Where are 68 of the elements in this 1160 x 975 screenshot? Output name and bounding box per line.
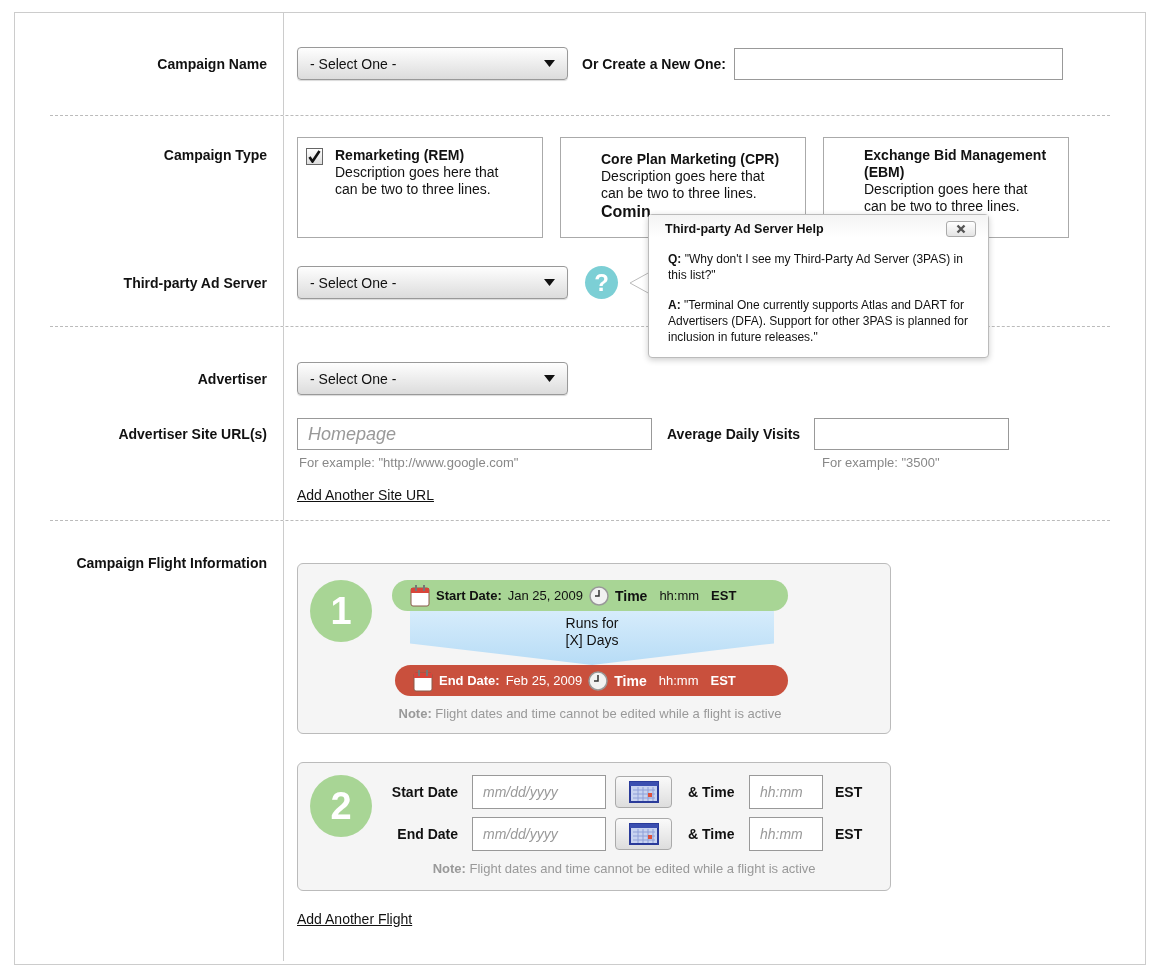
field-label: End Date [396, 826, 458, 842]
calendar-icon [413, 669, 433, 692]
date-label: End Date: [439, 673, 500, 688]
clock-icon [588, 670, 609, 691]
step-number: 2 [310, 775, 372, 837]
field-label: Advertiser Site URL(s) [118, 426, 267, 442]
date-label: Start Date: [436, 588, 502, 603]
time-label: Time [614, 587, 648, 604]
date-field[interactable]: mm/dd/yyyy [472, 817, 606, 851]
date-field[interactable]: mm/dd/yyyy [472, 775, 606, 809]
note-text: Note: Flight dates and time cannot be edited while a flight is active [397, 706, 783, 721]
caret-icon [544, 60, 555, 67]
input-field[interactable] [733, 47, 1063, 80]
timezone: EST [835, 826, 863, 842]
field-label: Campaign Flight Information [76, 555, 267, 571]
calendar-icon [628, 823, 659, 845]
clock-icon [588, 585, 609, 606]
timezone: EST [711, 588, 737, 603]
field-label: Average Daily Visits [667, 426, 801, 442]
note-text: Note: Flight dates and time cannot be edited while a flight is active [431, 861, 817, 876]
url-field[interactable]: Homepage [297, 418, 652, 450]
date-value: Jan 25, 2009 [507, 588, 583, 603]
field-label: & Time [688, 784, 736, 800]
field-label: Advertiser [197, 370, 267, 387]
field-label: Campaign Name [157, 55, 267, 72]
time-label: Time [614, 672, 647, 689]
calendar-button[interactable] [615, 776, 672, 808]
option-title: Exchange Bid Management (EBM) [864, 147, 1048, 181]
time-value: hh:mm [659, 588, 700, 603]
time-value: hh:mm [658, 673, 699, 688]
close-button[interactable] [946, 221, 976, 237]
hint-text: For example: "3500" [822, 455, 940, 470]
add-link[interactable]: Add Another Flight [297, 911, 413, 927]
help-question: Q: "Why don't I see my Third-Party Ad Server (3PAS) in this list?" [668, 251, 964, 283]
caret-icon [544, 279, 555, 286]
timezone: EST [835, 784, 863, 800]
field-label: & Time [688, 826, 736, 842]
checkbox[interactable] [306, 148, 323, 165]
select-dropdown[interactable]: - Select One - [297, 266, 568, 299]
option-description: Description goes here that can be two to three lines. [335, 164, 500, 198]
close-icon [956, 224, 966, 234]
date-value: Feb 25, 2009 [505, 673, 583, 688]
calendar-button[interactable] [615, 818, 672, 850]
add-link[interactable]: Add Another Site URL [297, 487, 434, 503]
duration-text: Runs for [X] Days [564, 615, 620, 650]
step-number: 1 [310, 580, 372, 642]
option-card[interactable]: Remarketing (REM) Description goes here that can be two to three lines. [297, 137, 543, 238]
option-description: Description goes here that can be two to three lines. [601, 168, 766, 202]
field-label: Start Date [390, 784, 458, 800]
checkmark-icon [308, 150, 321, 163]
option-note: Comin [601, 202, 652, 222]
field-label: Campaign Type [163, 147, 267, 163]
option-title: Remarketing (REM) [335, 147, 466, 164]
field-label: Third-party Ad Server [123, 274, 267, 291]
calendar-icon [410, 584, 430, 607]
option-description: Description goes here that can be two to three lines. [864, 181, 1029, 215]
help-answer: A: "Terminal One currently supports Atlas and DART for Advertisers (DFA). Support for other 3PAS is planned for inclusion in future releases." [668, 297, 969, 345]
time-field[interactable]: hh:mm [749, 775, 823, 809]
hint-text: For example: "http://www.google.com" [298, 455, 520, 470]
option-title: Core Plan Marketing (CPR) [601, 151, 781, 168]
select-dropdown[interactable]: - Select One - [297, 362, 568, 395]
field-label: Or Create a New One: [582, 55, 726, 72]
input-field[interactable] [814, 418, 1010, 450]
select-dropdown[interactable]: - Select One - [297, 47, 568, 80]
caret-icon [544, 375, 555, 382]
calendar-icon [628, 781, 659, 803]
timezone: EST [710, 673, 736, 688]
time-field[interactable]: hh:mm [749, 817, 823, 851]
